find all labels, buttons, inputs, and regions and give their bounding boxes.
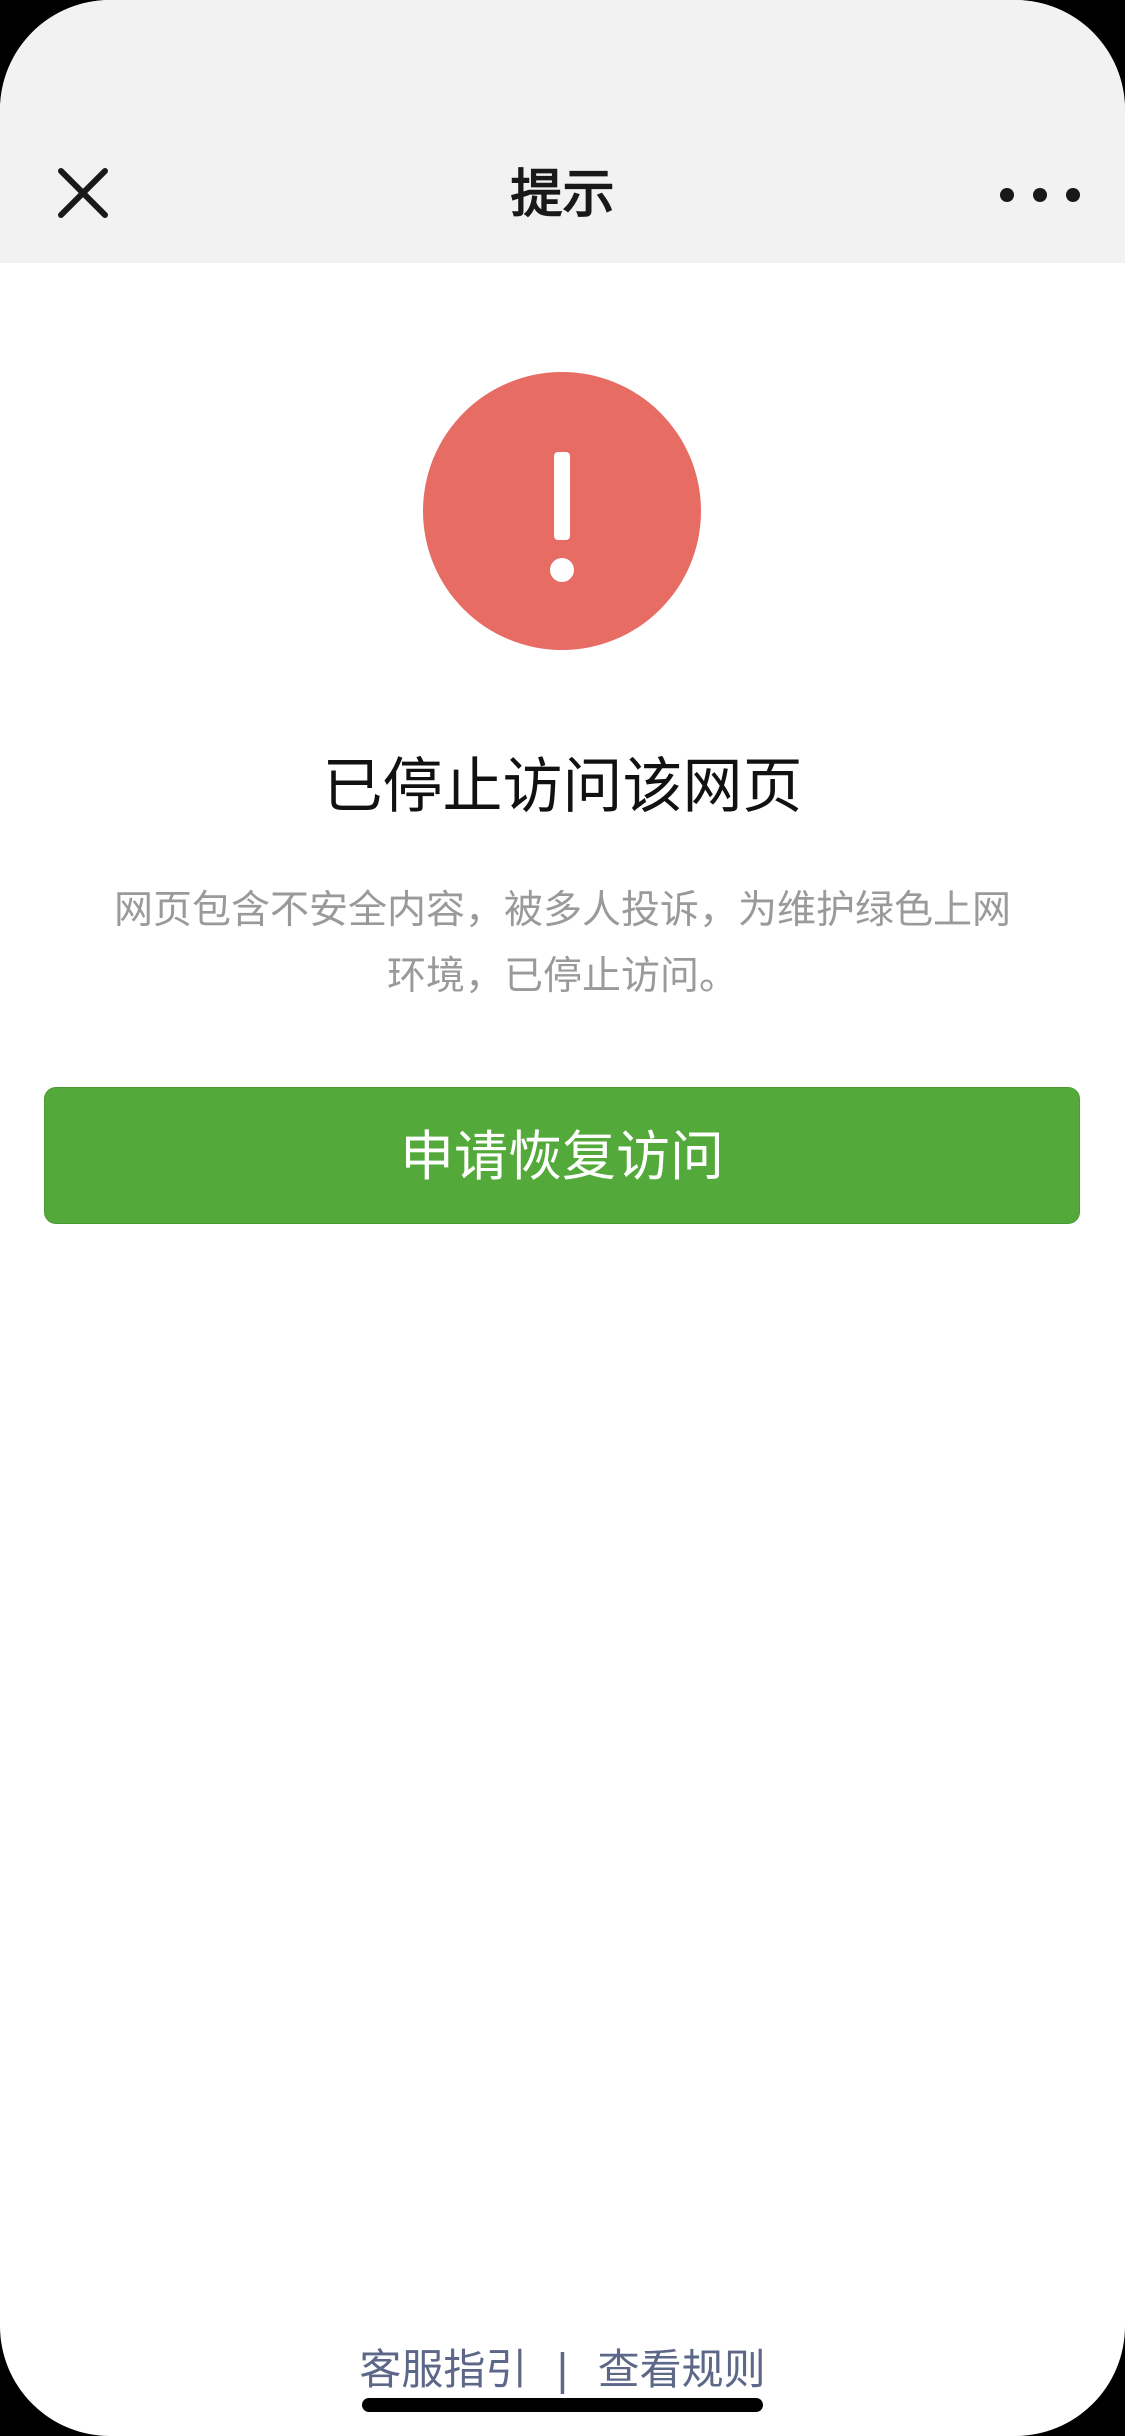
- restore-access-button[interactable]: 申请恢复访问: [44, 1087, 1080, 1224]
- alert-title: 已停止访问该网页: [322, 752, 803, 822]
- more-icon-dot: [1033, 188, 1047, 202]
- exclamation-icon: [423, 372, 701, 650]
- more-icon-dot: [1066, 188, 1080, 202]
- exclamation-dot: [550, 558, 574, 582]
- navigation-bar: 提示: [0, 0, 1125, 263]
- alert-description-line: 网页包含不安全内容，被多人投诉，为维护绿色上网: [113, 888, 1011, 933]
- alert-description-line: 环境，已停止访问。: [386, 954, 738, 999]
- view-rules-link[interactable]: 查看规则: [598, 2345, 766, 2394]
- service-guide-link[interactable]: 客服指引: [359, 2345, 527, 2394]
- home-indicator[interactable]: [362, 2398, 763, 2412]
- footer-separator: |: [555, 2345, 570, 2394]
- screen: 提示 已停止访问该网页 网页包含不安全内容，被多人投诉，为维护绿色上网 环境，已…: [0, 0, 1125, 2436]
- page-title: 提示: [510, 165, 615, 225]
- more-icon-dot: [1000, 188, 1014, 202]
- alert-description: 网页包含不安全内容，被多人投诉，为维护绿色上网 环境，已停止访问。: [60, 878, 1065, 1010]
- exclamation-bar: [554, 452, 570, 540]
- more-button[interactable]: [1000, 175, 1080, 215]
- footer-links: 客服指引 | 查看规则: [0, 2340, 1125, 2400]
